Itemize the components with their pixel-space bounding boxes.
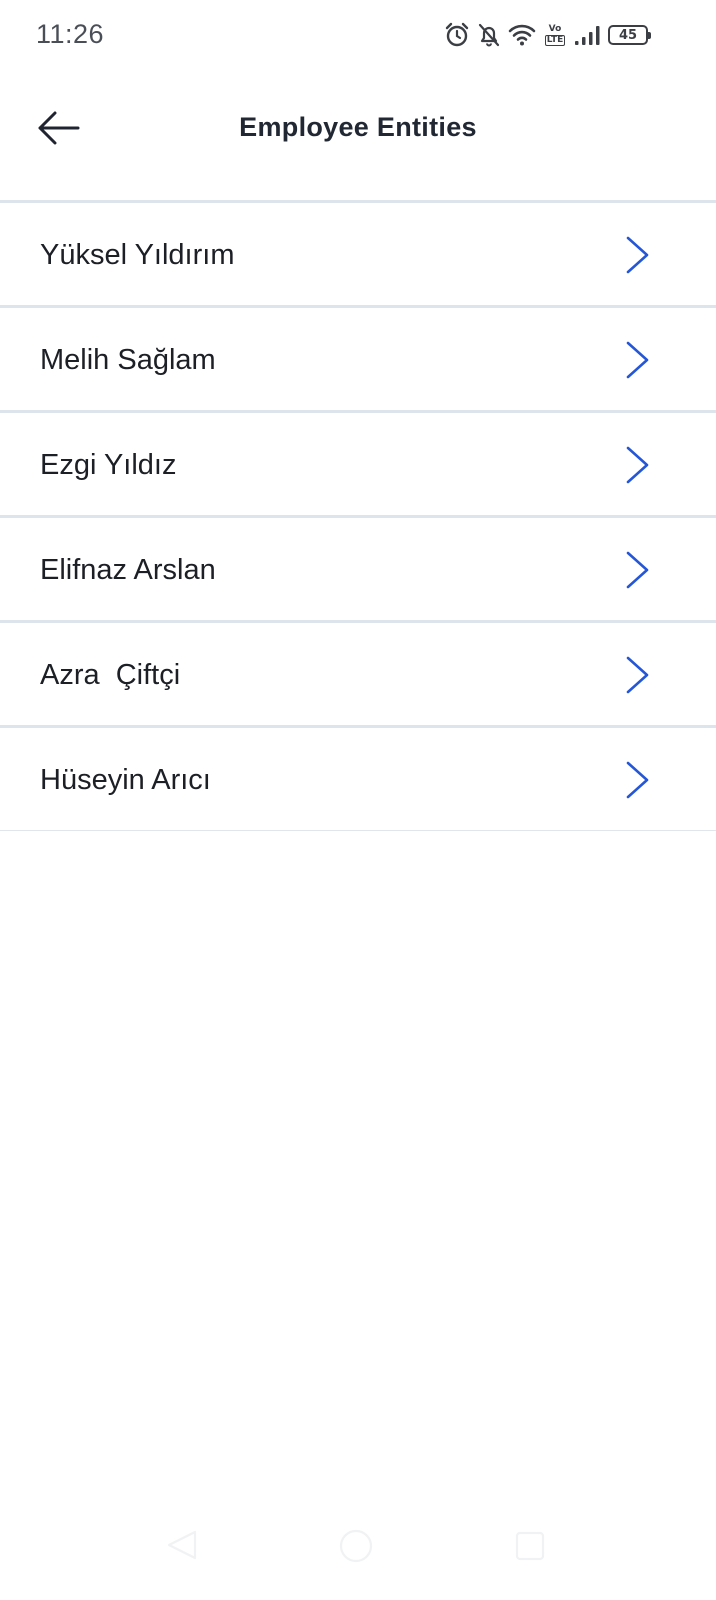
status-time: 11:26 [36,19,105,49]
chevron-right-icon [626,236,649,274]
list-item[interactable]: Elifnaz Arslan [0,518,716,623]
chevron-right-icon [626,656,649,694]
list-item[interactable]: Melih Sağlam [0,308,716,413]
list-item-label: Ezgi Yıldız [40,449,177,481]
list-item-label: Azra Çiftçi [40,659,181,691]
chevron-right-icon [626,341,649,379]
list-item[interactable]: Ezgi Yıldız [0,413,716,518]
status-bar: 11:26 Vo LTE 45 [0,0,716,70]
list-item-label: Hüseyin Arıcı [40,764,211,796]
volte-label: Vo [548,23,562,34]
list-item[interactable]: Azra Çiftçi [0,623,716,728]
list-item[interactable]: Hüseyin Arıcı [0,728,716,831]
chevron-right-icon [626,446,649,484]
system-nav-bar [0,1510,716,1600]
nav-home-icon[interactable] [338,1528,374,1564]
bell-off-icon [478,23,500,47]
nav-recents-icon[interactable] [512,1528,548,1564]
app-header: Employee Entities [0,70,716,200]
wifi-icon [508,24,536,46]
signal-icon [575,26,600,45]
employee-entity-list: Yüksel Yıldırım Melih Sağlam Ezgi Yıldız… [0,200,716,831]
list-item[interactable]: Yüksel Yıldırım [0,203,716,308]
lte-label: LTE [544,34,566,46]
list-item-label: Elifnaz Arslan [40,554,216,586]
volte-icon: Vo LTE [542,22,568,48]
alarm-icon [445,22,469,47]
nav-back-icon[interactable] [165,1528,201,1564]
page-title: Employee Entities [239,112,477,142]
status-icons: Vo LTE 45 [444,20,651,50]
chevron-right-icon [626,761,649,799]
chevron-right-icon [626,551,649,589]
list-item-label: Melih Sağlam [40,344,216,376]
list-item-label: Yüksel Yıldırım [40,239,235,271]
battery-level: 45 [618,27,638,43]
battery-icon: 45 [608,25,651,45]
